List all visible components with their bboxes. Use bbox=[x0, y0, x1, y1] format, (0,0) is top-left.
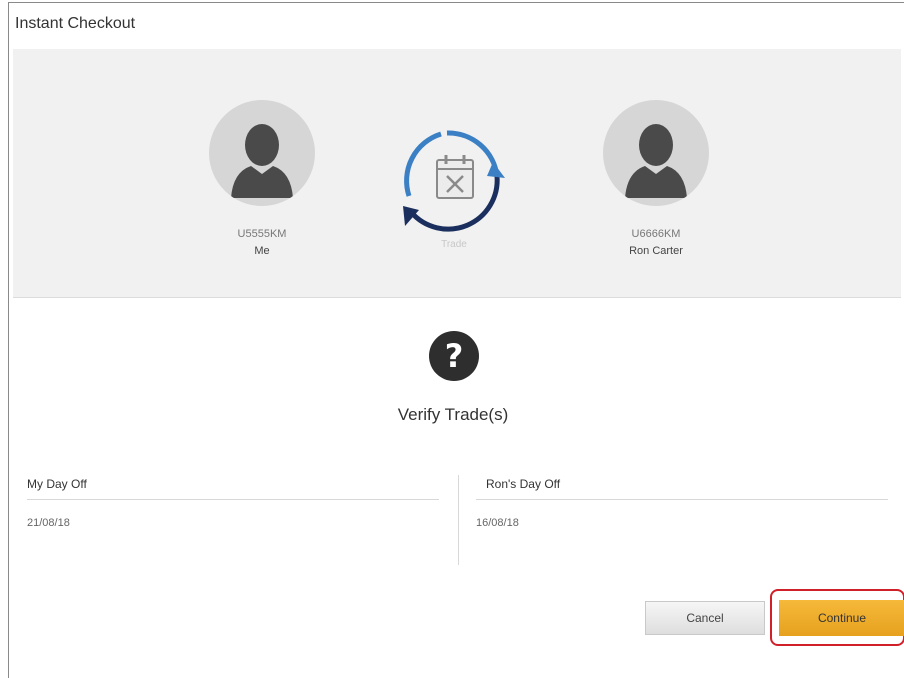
trade-parties-band: U5555KM Me Trade U6666KM Ron Carter bbox=[13, 49, 901, 298]
question-mark-icon: ? bbox=[429, 331, 479, 381]
my-user-name: Me bbox=[254, 245, 270, 257]
verify-heading: Verify Trade(s) bbox=[397, 405, 509, 424]
calendar-swap-icon bbox=[403, 130, 505, 232]
other-user-avatar bbox=[603, 100, 709, 206]
my-day-off-header: My Day Off bbox=[27, 477, 439, 500]
continue-button[interactable]: Continue bbox=[779, 600, 904, 636]
my-user-id: U5555KM bbox=[237, 228, 287, 240]
trade-label: Trade bbox=[441, 239, 467, 250]
cancel-button[interactable]: Cancel bbox=[645, 601, 765, 635]
instant-checkout-panel: Instant Checkout U5555KM Me Trade U6666K… bbox=[8, 2, 904, 678]
my-avatar bbox=[209, 100, 315, 206]
user-silhouette-icon bbox=[625, 124, 687, 198]
other-day-off-value: 16/08/18 bbox=[476, 517, 519, 529]
my-day-off-value: 21/08/18 bbox=[27, 517, 70, 529]
page-title: Instant Checkout bbox=[15, 15, 136, 32]
other-user-name: Ron Carter bbox=[629, 245, 683, 257]
column-divider bbox=[458, 475, 459, 565]
other-day-off-header: Ron's Day Off bbox=[476, 477, 888, 500]
other-user-id: U6666KM bbox=[631, 228, 681, 240]
user-silhouette-icon bbox=[231, 124, 293, 198]
